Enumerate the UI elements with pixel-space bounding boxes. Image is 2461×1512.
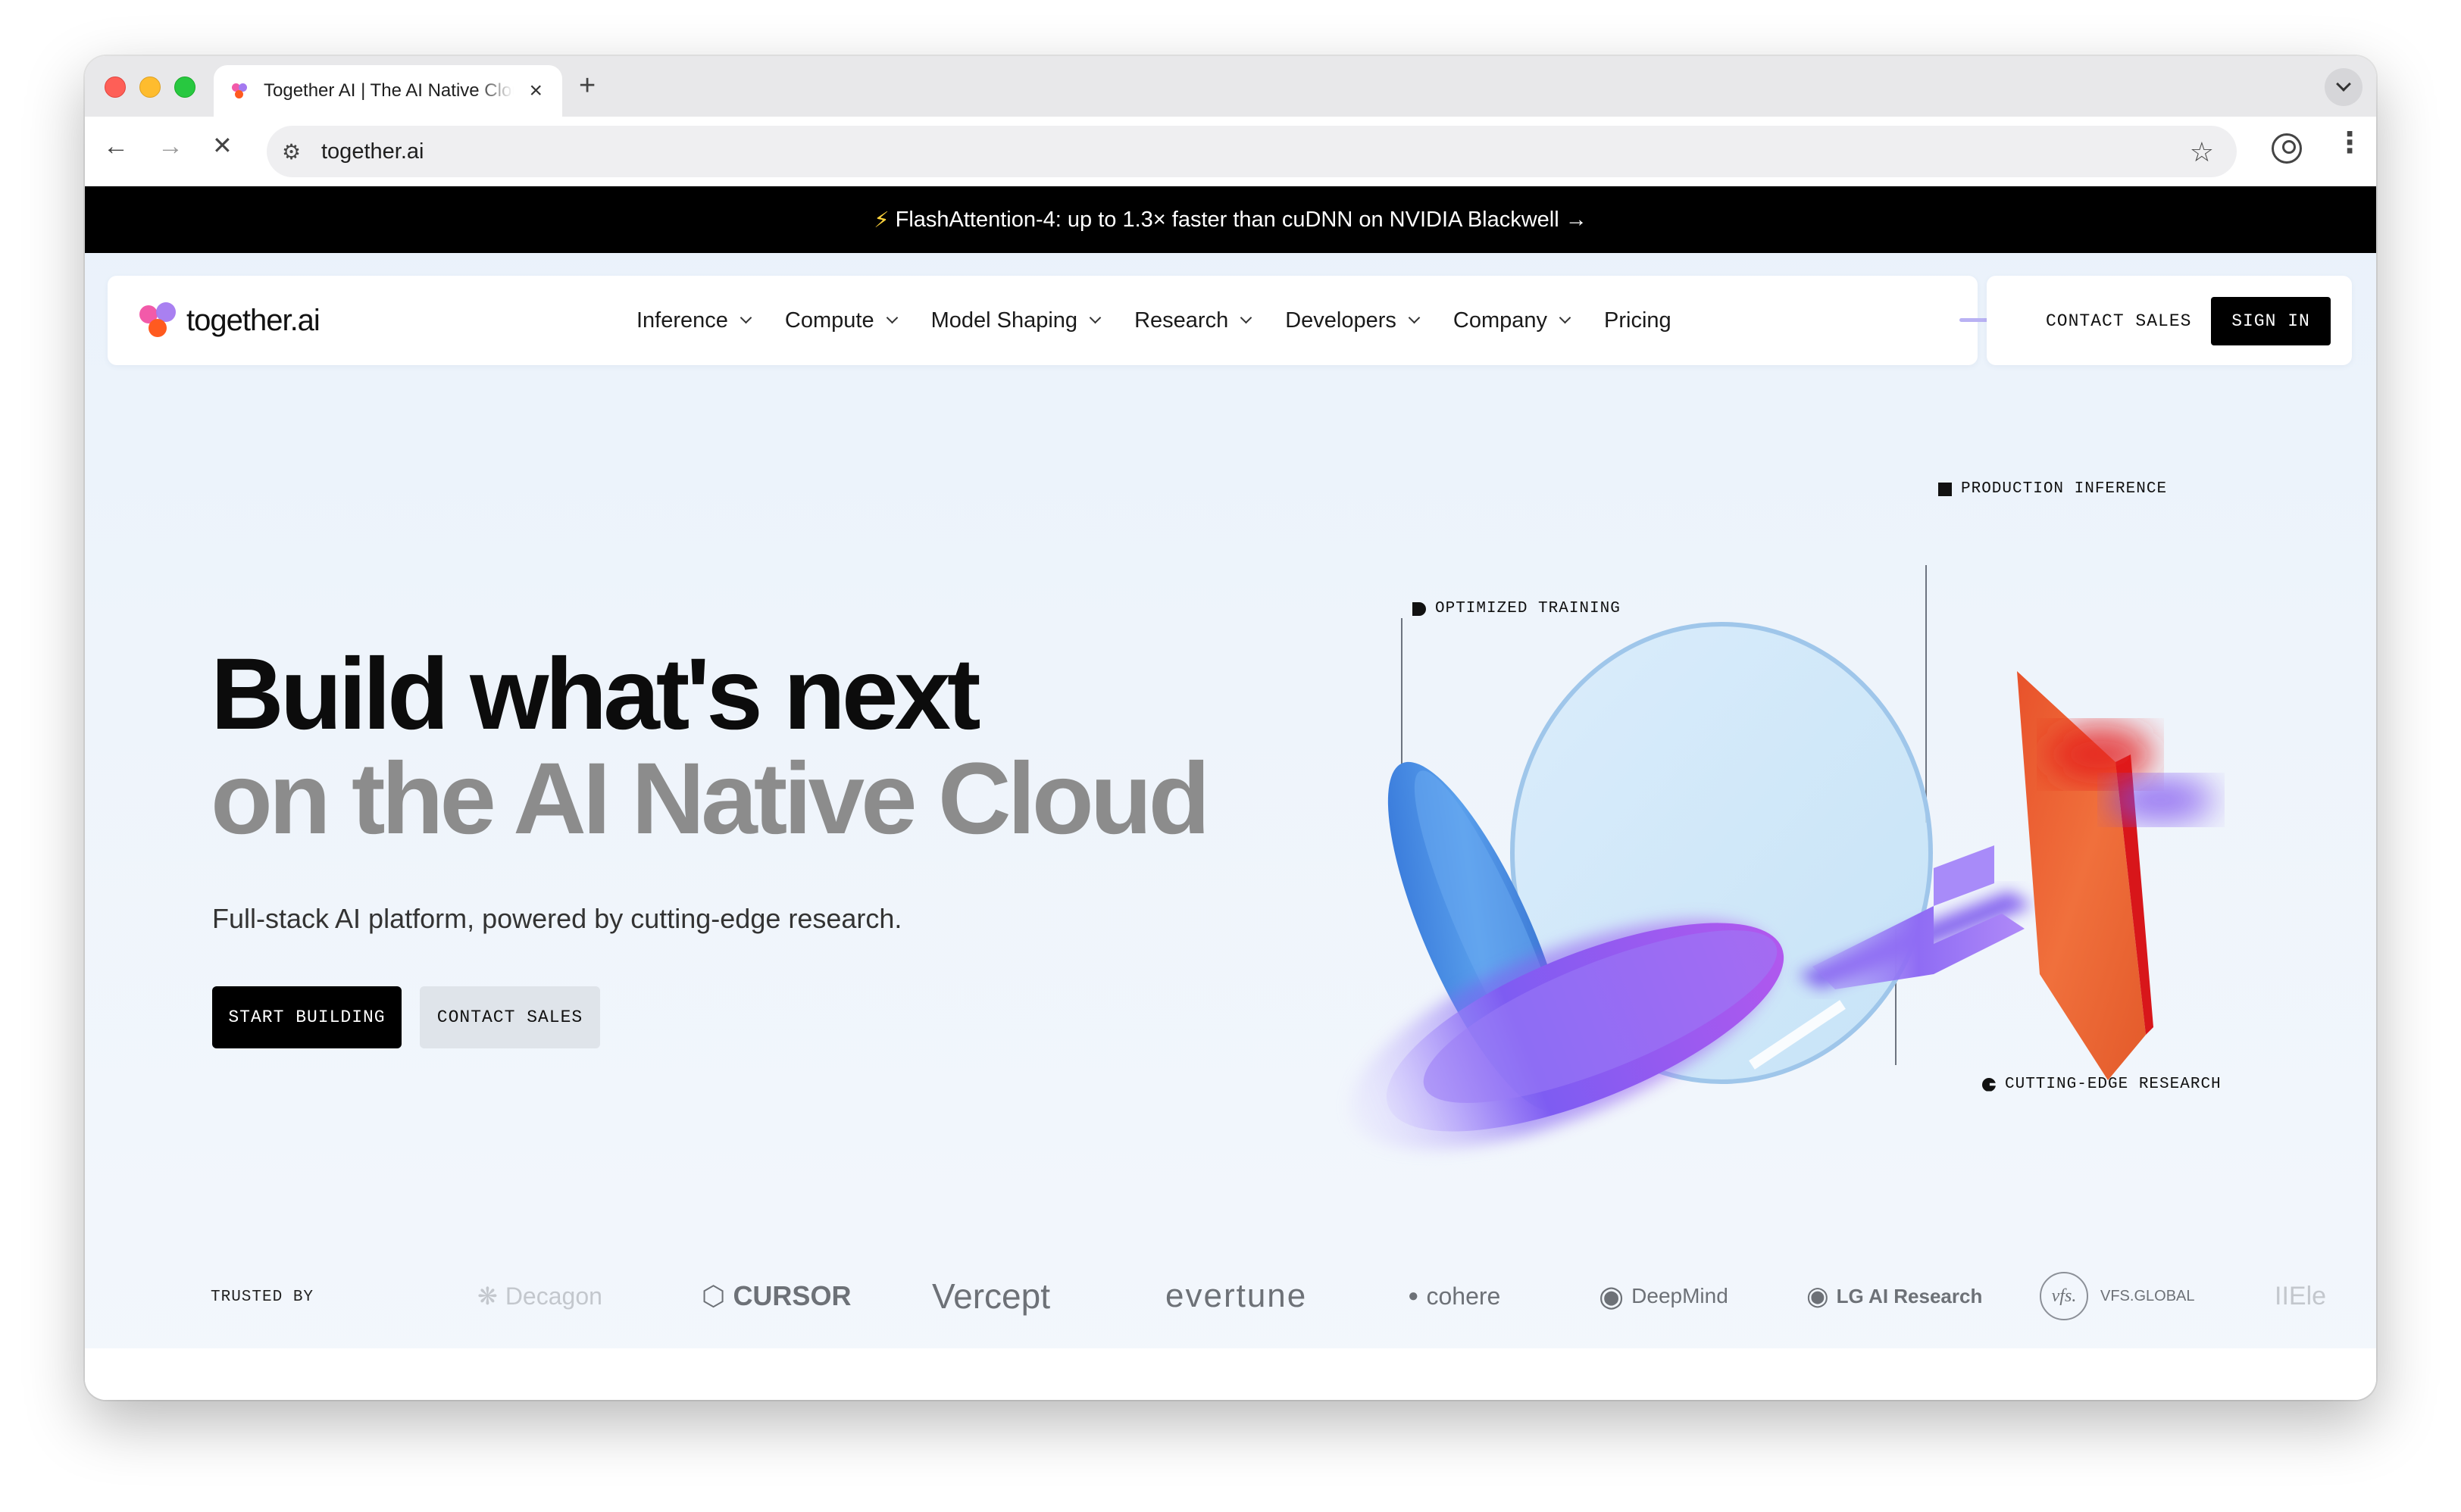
hero-illustration: OPTIMIZED TRAINING PRODUCTION INFERENCE … [1267,480,2328,1186]
chevron-down-icon [740,311,752,324]
maximize-window-button[interactable] [174,77,195,98]
stop-loading-icon[interactable]: ✕ [212,133,233,158]
brand-name: DeepMind [1631,1284,1728,1307]
brand-name: LG AI Research [1836,1284,1983,1307]
together-favicon-icon [230,82,249,100]
logo-partial: IIEle [2275,1262,2326,1330]
chevron-down-icon [1240,311,1252,324]
new-tab-button[interactable]: + [579,71,596,100]
nav-menu: Inference Compute Model Shaping Research… [636,276,1671,365]
hero-subtitle: Full-stack AI platform, powered by cutti… [212,903,902,934]
chevron-down-icon [1089,311,1102,324]
nav-item-compute[interactable]: Compute [784,308,898,333]
cohere-icon: ● [1408,1286,1419,1306]
contact-sales-button[interactable]: CONTACT SALES [420,986,600,1048]
nav-item-company[interactable]: Company [1453,308,1571,333]
nav-item-label: Developers [1285,308,1396,333]
nav-item-inference[interactable]: Inference [636,308,752,333]
nav-item-label: Pricing [1604,308,1671,333]
logo-cohere: ● cohere [1408,1262,1500,1330]
announcement-banner[interactable]: ⚡ FlashAttention-4: up to 1.3× faster th… [85,186,2376,253]
together-logo[interactable]: together.ai [138,298,321,342]
chevron-down-icon [2336,77,2351,92]
vfs-badge-icon: vfs. [2040,1272,2088,1320]
training-glyph-icon [1412,601,1426,616]
logo-vfs-global: vfs. VFS.GLOBAL [2040,1262,2195,1330]
logo-cursor: ⬡ CURSOR [702,1262,851,1330]
page-section-divider [85,1348,2376,1400]
minimize-window-button[interactable] [139,77,161,98]
chevron-down-icon [1408,311,1421,324]
tab-search-button[interactable] [2325,68,2362,106]
address-bar[interactable]: ⚙ together.ai ☆ [267,126,2237,177]
brand-name: CURSOR [733,1280,852,1311]
label-text: OPTIMIZED TRAINING [1435,600,1621,617]
forward-arrow-icon[interactable]: → [158,133,183,159]
research-glyph-icon [1982,1077,1996,1092]
banner-text[interactable]: FlashAttention-4: up to 1.3× faster than… [896,208,1587,233]
logo-wordmark: together.ai [186,303,321,337]
logo-decagon: ❋ Decagon [477,1262,602,1330]
label-production-inference: PRODUCTION INFERENCE [1938,480,2167,498]
nav-item-model-shaping[interactable]: Model Shaping [930,308,1102,333]
lightning-icon: ⚡ [874,208,890,233]
logo-vercept: Vercept [932,1262,1050,1330]
label-text: PRODUCTION INFERENCE [1961,480,2168,498]
more-menu-icon[interactable]: ⋮ [2335,129,2364,158]
logo-lg-ai-research: ◉ LG AI Research [1806,1262,1982,1330]
brand-name: VFS.GLOBAL [2100,1287,2195,1304]
chevron-down-icon [886,311,898,324]
start-building-button[interactable]: START BUILDING [212,986,402,1048]
address-url[interactable]: together.ai [321,139,424,164]
nav-item-pricing[interactable]: Pricing [1604,308,1671,333]
browser-toolbar: ← → ✕ ⚙ together.ai ☆ ⋮ [85,117,2376,186]
logo-evertune: evertune [1165,1262,1307,1330]
together-logo-icon [138,299,180,342]
nav-item-label: Inference [636,308,728,333]
nav-item-label: Research [1134,308,1229,333]
logo-deepmind: ◉ DeepMind [1599,1262,1728,1330]
site-settings-icon[interactable]: ⚙ [282,139,301,164]
tab-strip: Together AI | The AI Native Cloud × + [85,56,2376,117]
close-tab-icon[interactable]: × [529,80,543,102]
brand-name: Vercept [932,1276,1050,1316]
web-page: ⚡ FlashAttention-4: up to 1.3× faster th… [85,186,2376,1400]
nav-item-developers[interactable]: Developers [1285,308,1421,333]
cursor-cube-icon: ⬡ [702,1280,726,1311]
nav-item-label: Compute [784,308,874,333]
brand-name: IIEle [2275,1281,2327,1311]
label-optimized-training: OPTIMIZED TRAINING [1412,600,1621,617]
nav-actions: CONTACT SALES SIGN IN [1987,276,2352,365]
nav-item-label: Model Shaping [930,308,1078,333]
nav-item-label: Company [1453,308,1548,333]
tab-title: Together AI | The AI Native Cloud [264,80,514,101]
browser-window: Together AI | The AI Native Cloud × + ← … [85,56,2376,1400]
inference-glyph-icon [1938,482,1952,496]
lg-icon: ◉ [1806,1282,1829,1311]
brand-name: Decagon [505,1282,602,1310]
chevron-down-icon [1559,311,1571,324]
back-arrow-icon[interactable]: ← [103,133,129,159]
trusted-by-label: TRUSTED BY [211,1289,314,1306]
brand-name: cohere [1426,1282,1501,1310]
deepmind-icon: ◉ [1599,1280,1625,1313]
main-navigation: together.ai Inference Compute Model Shap… [108,276,1978,365]
label-text: CUTTING-EDGE RESEARCH [2005,1076,2222,1093]
sign-in-button[interactable]: SIGN IN [2211,297,2331,345]
nav-item-research[interactable]: Research [1134,308,1252,333]
hero-title-line2: on the AI Native Cloud [211,742,1210,855]
hero-title-line1: Build what's next [211,638,981,751]
contact-sales-nav-button[interactable]: CONTACT SALES [2032,298,2205,344]
customer-logos: ❋ Decagon ⬡ CURSOR Vercept evertune ● co… [388,1262,2328,1330]
profile-icon[interactable] [2272,133,2302,164]
decagon-icon: ❋ [477,1282,498,1310]
brand-name: evertune [1165,1277,1308,1314]
close-window-button[interactable] [105,77,126,98]
bookmark-star-icon[interactable]: ☆ [2190,136,2214,168]
label-cutting-edge-research: CUTTING-EDGE RESEARCH [1982,1076,2222,1093]
browser-tab-active[interactable]: Together AI | The AI Native Cloud × [214,65,562,117]
